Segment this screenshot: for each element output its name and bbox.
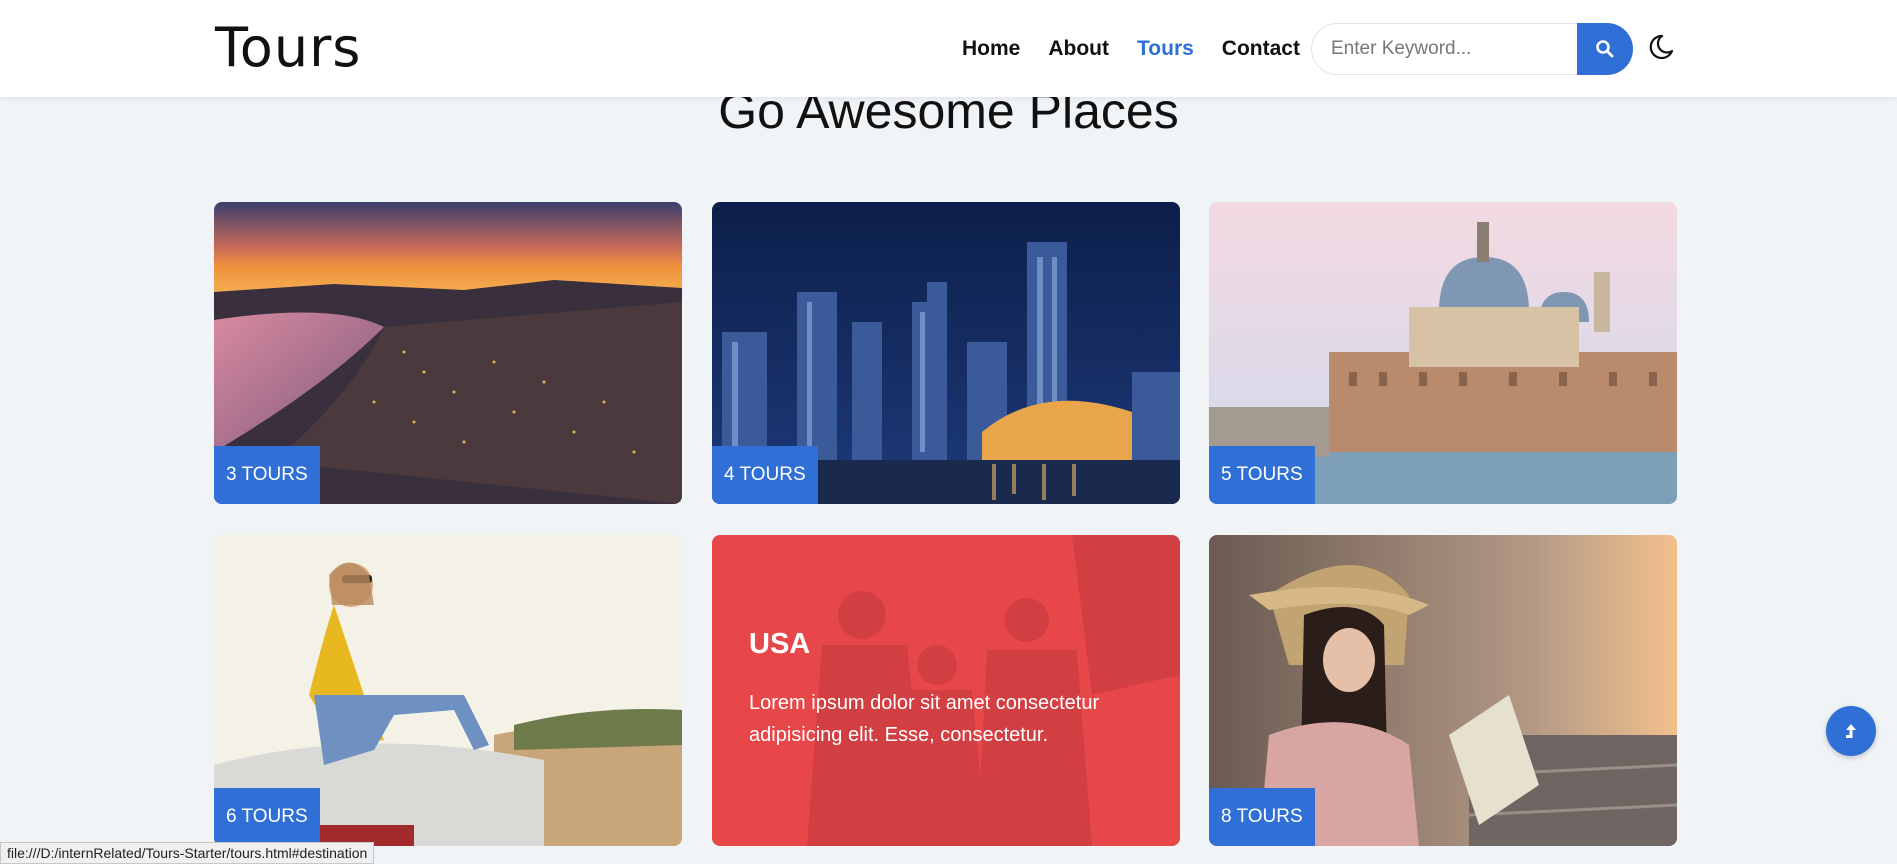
back-to-top-button[interactable] [1826, 706, 1876, 756]
nav-home[interactable]: Home [962, 37, 1020, 61]
tours-count-badge: 3 TOURS [214, 446, 320, 504]
search-form [1311, 23, 1633, 75]
nav-contact[interactable]: Contact [1222, 37, 1300, 61]
tours-count-badge: 4 TOURS [712, 446, 818, 504]
search-input[interactable] [1311, 23, 1578, 75]
tours-count-badge: 5 TOURS [1209, 446, 1315, 504]
site-header: Tours Home About Tours Contact [0, 0, 1897, 97]
destination-card-usa[interactable]: USA Lorem ipsum dolor sit amet consectet… [712, 535, 1180, 846]
search-icon [1596, 40, 1614, 58]
arrow-up-icon [1846, 724, 1856, 738]
card-title: USA [749, 628, 811, 660]
destination-card[interactable]: 4 TOURS [712, 202, 1180, 504]
moon-icon[interactable] [1645, 32, 1675, 62]
destination-card[interactable]: 6 TOURS [214, 535, 682, 846]
main-nav: Home About Tours Contact [962, 37, 1300, 61]
destination-card[interactable]: 8 TOURS [1209, 535, 1677, 846]
destination-card[interactable]: 5 TOURS [1209, 202, 1677, 504]
destination-card[interactable]: 3 TOURS [214, 202, 682, 504]
search-button[interactable] [1577, 23, 1633, 75]
nav-tours[interactable]: Tours [1137, 37, 1194, 61]
card-description: Lorem ipsum dolor sit amet consectetur a… [749, 692, 1100, 746]
tours-count-badge: 8 TOURS [1209, 788, 1315, 846]
tours-count-badge: 6 TOURS [214, 788, 320, 846]
site-logo[interactable]: Tours [215, 16, 361, 79]
browser-status-bar: file:///D:/internRelated/Tours-Starter/t… [0, 842, 375, 864]
nav-about[interactable]: About [1048, 37, 1109, 61]
